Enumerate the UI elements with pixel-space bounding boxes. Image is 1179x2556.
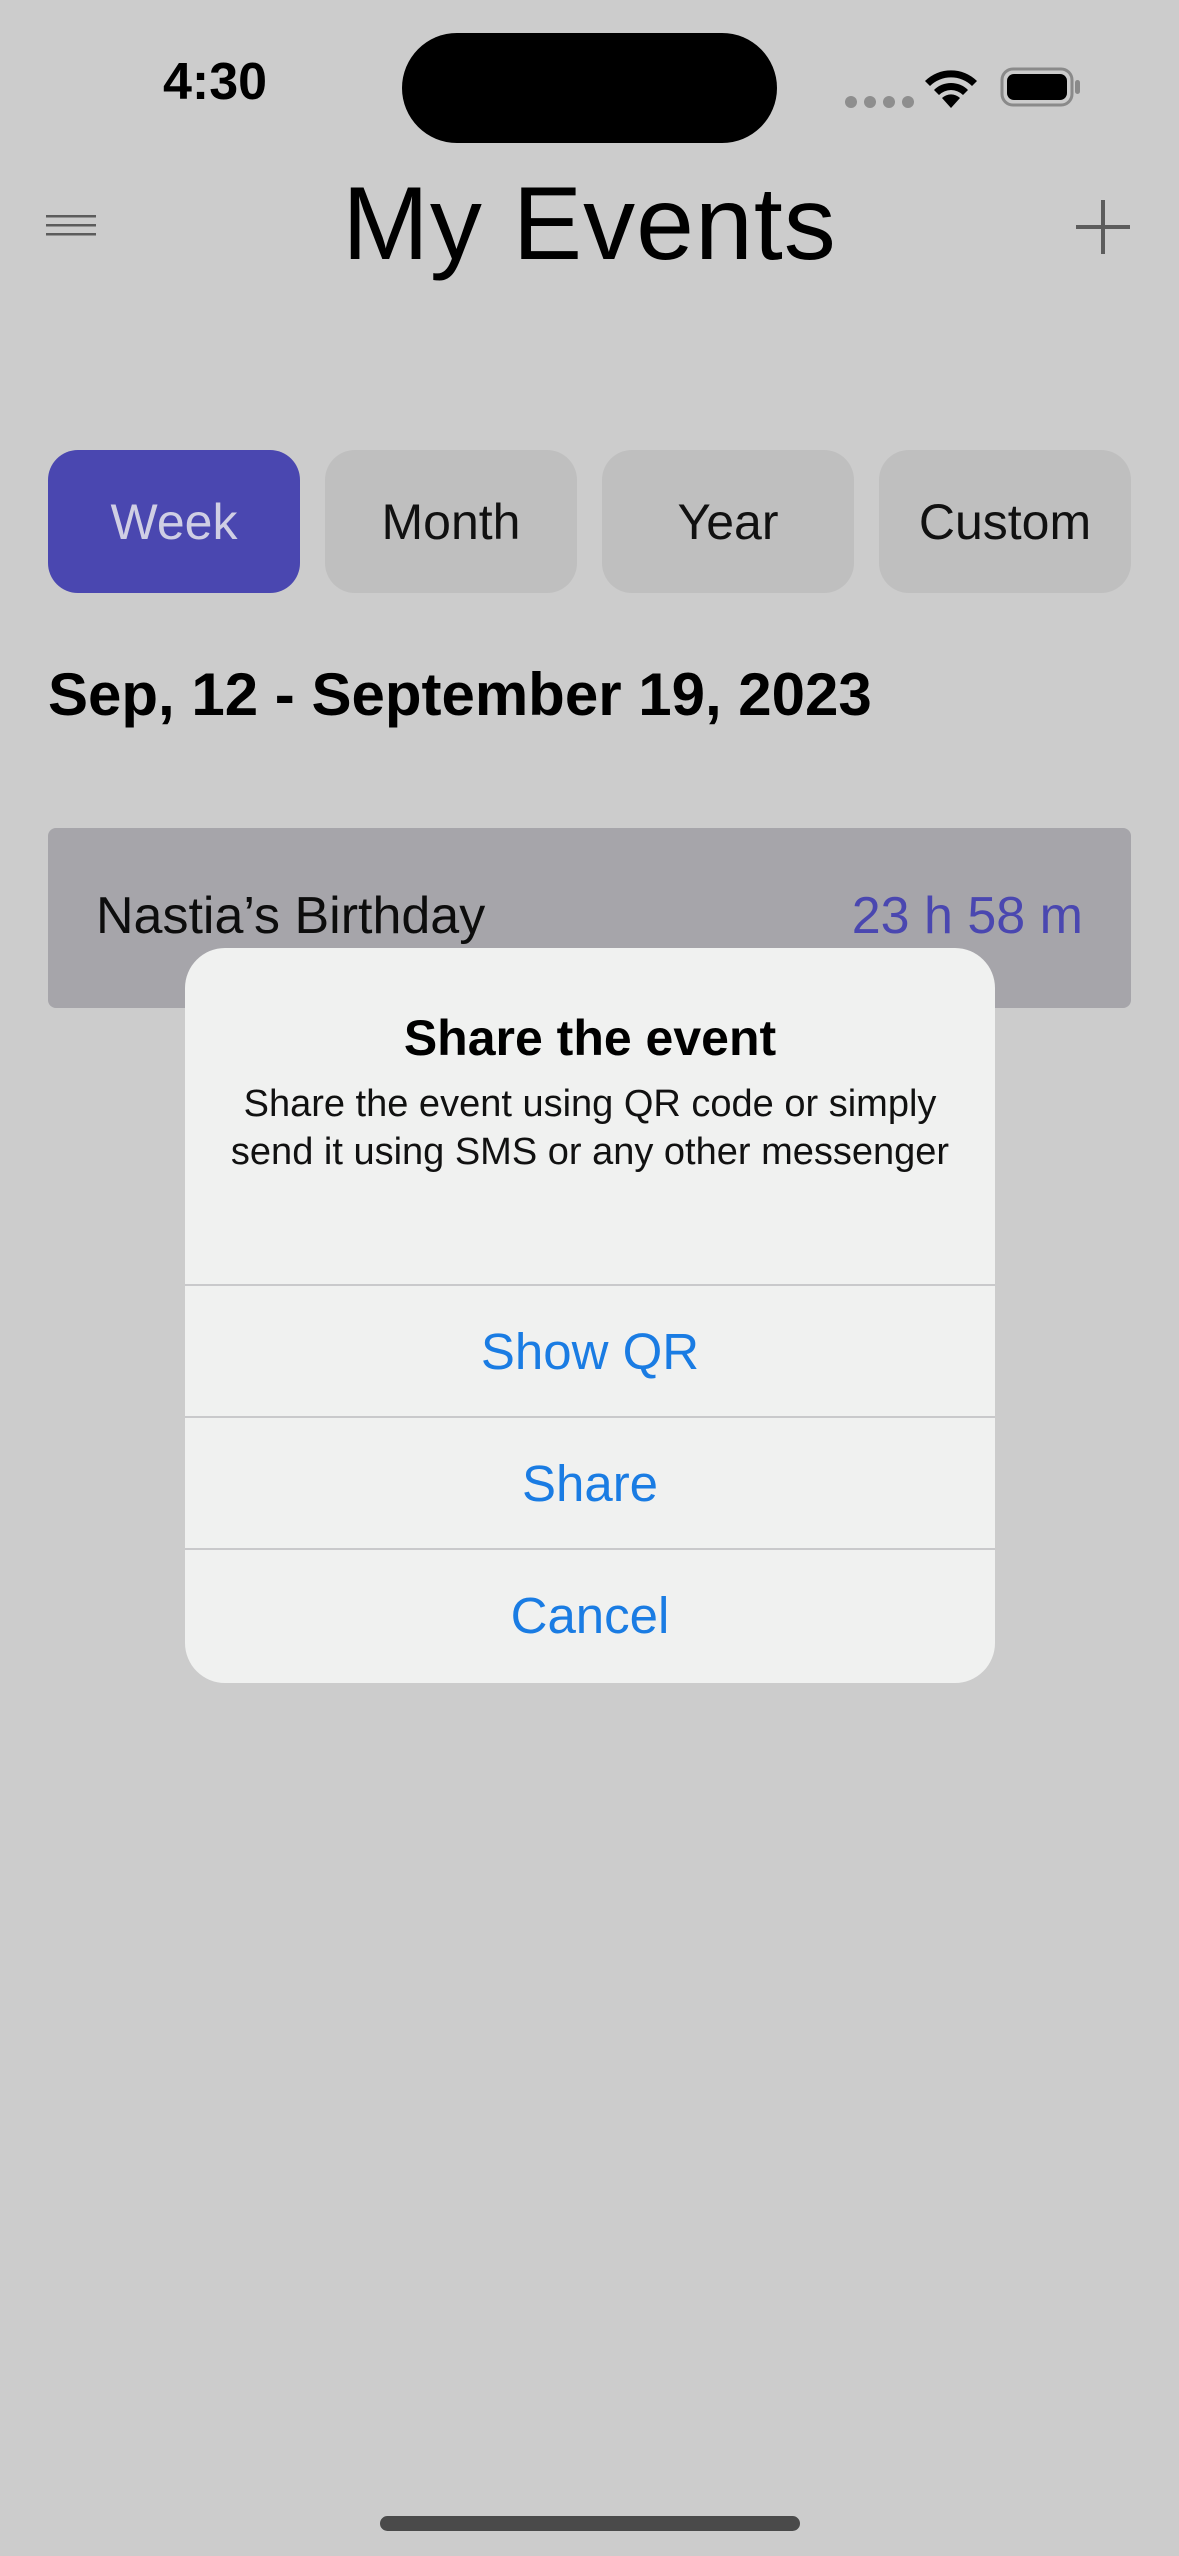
cellular-signal-icon	[845, 96, 914, 108]
dynamic-island	[402, 33, 777, 143]
event-time-remaining: 23 h 58 m	[851, 887, 1083, 945]
home-indicator[interactable]	[380, 2516, 800, 2531]
show-qr-button[interactable]: Show QR	[185, 1284, 995, 1416]
battery-icon	[1000, 67, 1080, 107]
tab-custom[interactable]: Custom	[879, 450, 1131, 593]
share-alert-dialog: Share the event Share the event using QR…	[185, 948, 995, 1683]
alert-header: Share the event Share the event using QR…	[185, 948, 995, 1284]
period-tabs: Week Month Year Custom	[48, 450, 1131, 593]
status-time: 4:30	[162, 53, 268, 111]
share-button[interactable]: Share	[185, 1416, 995, 1548]
wifi-icon	[925, 70, 977, 108]
screen: 4:30 My Events Week Month Year Custom Se…	[0, 0, 1179, 2556]
tab-year[interactable]: Year	[602, 450, 854, 593]
alert-message: Share the event using QR code or simply …	[230, 1083, 950, 1173]
event-name: Nastia’s Birthday	[96, 887, 486, 945]
page-title: My Events	[342, 166, 837, 282]
tab-week[interactable]: Week	[48, 450, 300, 593]
tab-month[interactable]: Month	[325, 450, 577, 593]
date-range-heading: Sep, 12 - September 19, 2023	[48, 661, 872, 728]
alert-title: Share the event	[403, 1010, 777, 1066]
plus-icon[interactable]	[1072, 196, 1134, 258]
cancel-button[interactable]: Cancel	[185, 1548, 995, 1680]
